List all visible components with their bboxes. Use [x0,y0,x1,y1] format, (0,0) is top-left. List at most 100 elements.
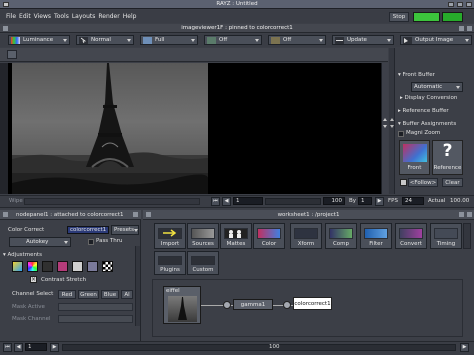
node-panel-menu-icon[interactable] [3,212,8,217]
menu-tools[interactable]: Tools [54,13,69,20]
viewer-scrollbar-vertical[interactable] [381,63,388,194]
scroll-down-arrow-icon[interactable] [383,125,387,128]
bottom-timeline-track[interactable] [62,344,456,351]
bottom-go-to-start-icon[interactable]: ⏮ [3,343,12,352]
bottom-play-forward-icon[interactable]: ▶ [50,343,59,352]
mask-channel-field[interactable] [58,315,133,323]
sources-button[interactable]: Sources [187,223,219,249]
front-buffer-thumb-icon [403,144,427,162]
plugins-button[interactable]: Plugins [154,251,186,275]
channel-alpha-button[interactable]: Al [121,290,133,299]
window-title-bar: RAYZ : Untitled [0,0,474,9]
full-dropdown[interactable]: Full [140,35,198,45]
channel-green-button[interactable]: Green [78,290,99,299]
fps-field[interactable]: 24 [402,197,424,205]
menu-edit[interactable]: Edit [19,13,31,20]
display-conversion-label[interactable]: ▸ Display Conversion [400,95,457,101]
minimize-icon[interactable] [448,2,454,7]
import-arrow-icon [158,228,182,239]
off-dropdown-2[interactable]: Off [268,35,326,45]
eiffel-tower-image [12,63,208,194]
node-panel-close-icon[interactable] [133,212,138,217]
channel-mix-icon[interactable] [87,261,98,272]
node-panel-scrollbar[interactable] [135,246,140,326]
scroll-up-arrow-icon[interactable] [383,118,387,121]
timing-button[interactable]: Timing [430,223,462,249]
channel-blue-button[interactable]: Blue [101,290,119,299]
filter-button[interactable]: Filter [360,223,392,249]
node-eiffel[interactable]: eiffel [163,286,201,324]
menu-help[interactable]: Help [123,13,137,20]
normal-dropdown[interactable]: Normal [76,35,134,45]
by-field[interactable]: 1 [358,197,372,205]
reference-buffer-label[interactable]: ▸ Reference Buffer [398,108,449,114]
convert-button[interactable]: Convert [395,223,427,249]
gamma-input-port-icon[interactable] [223,301,231,309]
off-dropdown-1[interactable]: Off [204,35,262,45]
mattes-button[interactable]: Mattes [220,223,252,249]
automatic-dropdown[interactable]: Automatic [411,82,463,92]
play-backward-icon[interactable]: ◀ [222,197,231,206]
magni-zoom-label: Magni Zoom [406,130,441,136]
viewer-zoom-tool[interactable] [7,50,17,59]
worksheet-title-bar: worksheet1 : /project1 [143,210,474,220]
adjustments-label[interactable]: ▾ Adjustments [3,252,42,258]
luminance-dropdown[interactable]: Luminance [8,35,70,45]
custom-button[interactable]: Custom [187,251,219,275]
checker-tool-icon[interactable] [102,261,113,272]
curves-tool-icon[interactable] [72,261,83,272]
color-button[interactable]: Color [253,223,285,249]
channel-red-button[interactable]: Red [58,290,76,299]
close-icon[interactable] [466,2,472,7]
timeline-scrubber[interactable] [265,198,321,205]
go-to-start-icon[interactable]: ⏮ [211,197,220,206]
side-scroll-down-icon[interactable] [390,125,394,128]
bottom-play-backward-icon[interactable]: ◀ [14,343,23,352]
viewer-float-icon[interactable] [459,26,464,31]
menu-render[interactable]: Render [98,13,119,20]
end-frame-field[interactable]: 100 [323,197,345,205]
node-gamma1[interactable]: gamma1 [233,299,273,310]
update-dropdown[interactable]: Update [332,35,394,45]
reference-buffer-button[interactable]: ? Reference [432,140,463,175]
node-colorcorrect1[interactable]: colorcorrect1 [293,297,332,310]
pass-thru-checkbox[interactable] [88,239,94,245]
hsv-tool-icon[interactable] [12,261,23,272]
menu-layouts[interactable]: Layouts [72,13,96,20]
viewer-close-icon[interactable] [467,26,472,31]
clear-button[interactable]: Clear [442,178,463,187]
xform-button[interactable]: Xform [290,223,322,249]
gamma-tool-icon[interactable] [42,261,53,272]
import-button[interactable]: Import [154,223,186,249]
magni-zoom-checkbox[interactable] [398,131,404,137]
levels-tool-icon[interactable] [57,261,68,272]
follow-button[interactable]: <Follow> [408,178,438,187]
side-panel-scrollbar[interactable] [389,48,395,194]
colorcorrect-input-port-icon[interactable] [283,301,291,309]
worksheet-float-icon[interactable] [459,212,464,217]
color-wheel-icon[interactable] [27,261,38,272]
front-buffer-label[interactable]: ▾ Front Buffer [398,72,435,78]
wipe-slider[interactable] [24,198,200,205]
mask-active-field[interactable] [58,303,133,311]
play-forward-icon[interactable]: ▶ [375,197,384,206]
output-image-dropdown[interactable]: Output Image [400,35,472,45]
current-frame-field[interactable]: 1 [233,197,263,205]
comp-button[interactable]: Comp [325,223,357,249]
front-buffer-button[interactable]: Front [399,140,430,175]
worksheet-toolbar-scroll[interactable] [463,223,471,249]
viewer-image-eiffel [12,63,208,194]
worksheet-close-icon[interactable] [467,212,472,217]
menu-file[interactable]: File [6,13,16,20]
contrast-stretch-close-icon[interactable]: × [30,276,37,283]
bottom-current-frame-field[interactable]: 1 [25,343,47,351]
buffer-assignments-label[interactable]: ▾ Buffer Assignments [398,121,456,127]
node-name-field[interactable]: colorcorrect1 [67,226,109,234]
bottom-play-end-icon[interactable]: ▶ [460,343,469,352]
menu-views[interactable]: Views [34,13,51,20]
stop-button[interactable]: Stop [389,12,409,22]
autokey-dropdown[interactable]: Autokey [9,237,71,247]
side-scroll-up-icon[interactable] [390,118,394,121]
presets-dropdown[interactable]: Presets [111,225,139,235]
maximize-icon[interactable] [457,2,463,7]
